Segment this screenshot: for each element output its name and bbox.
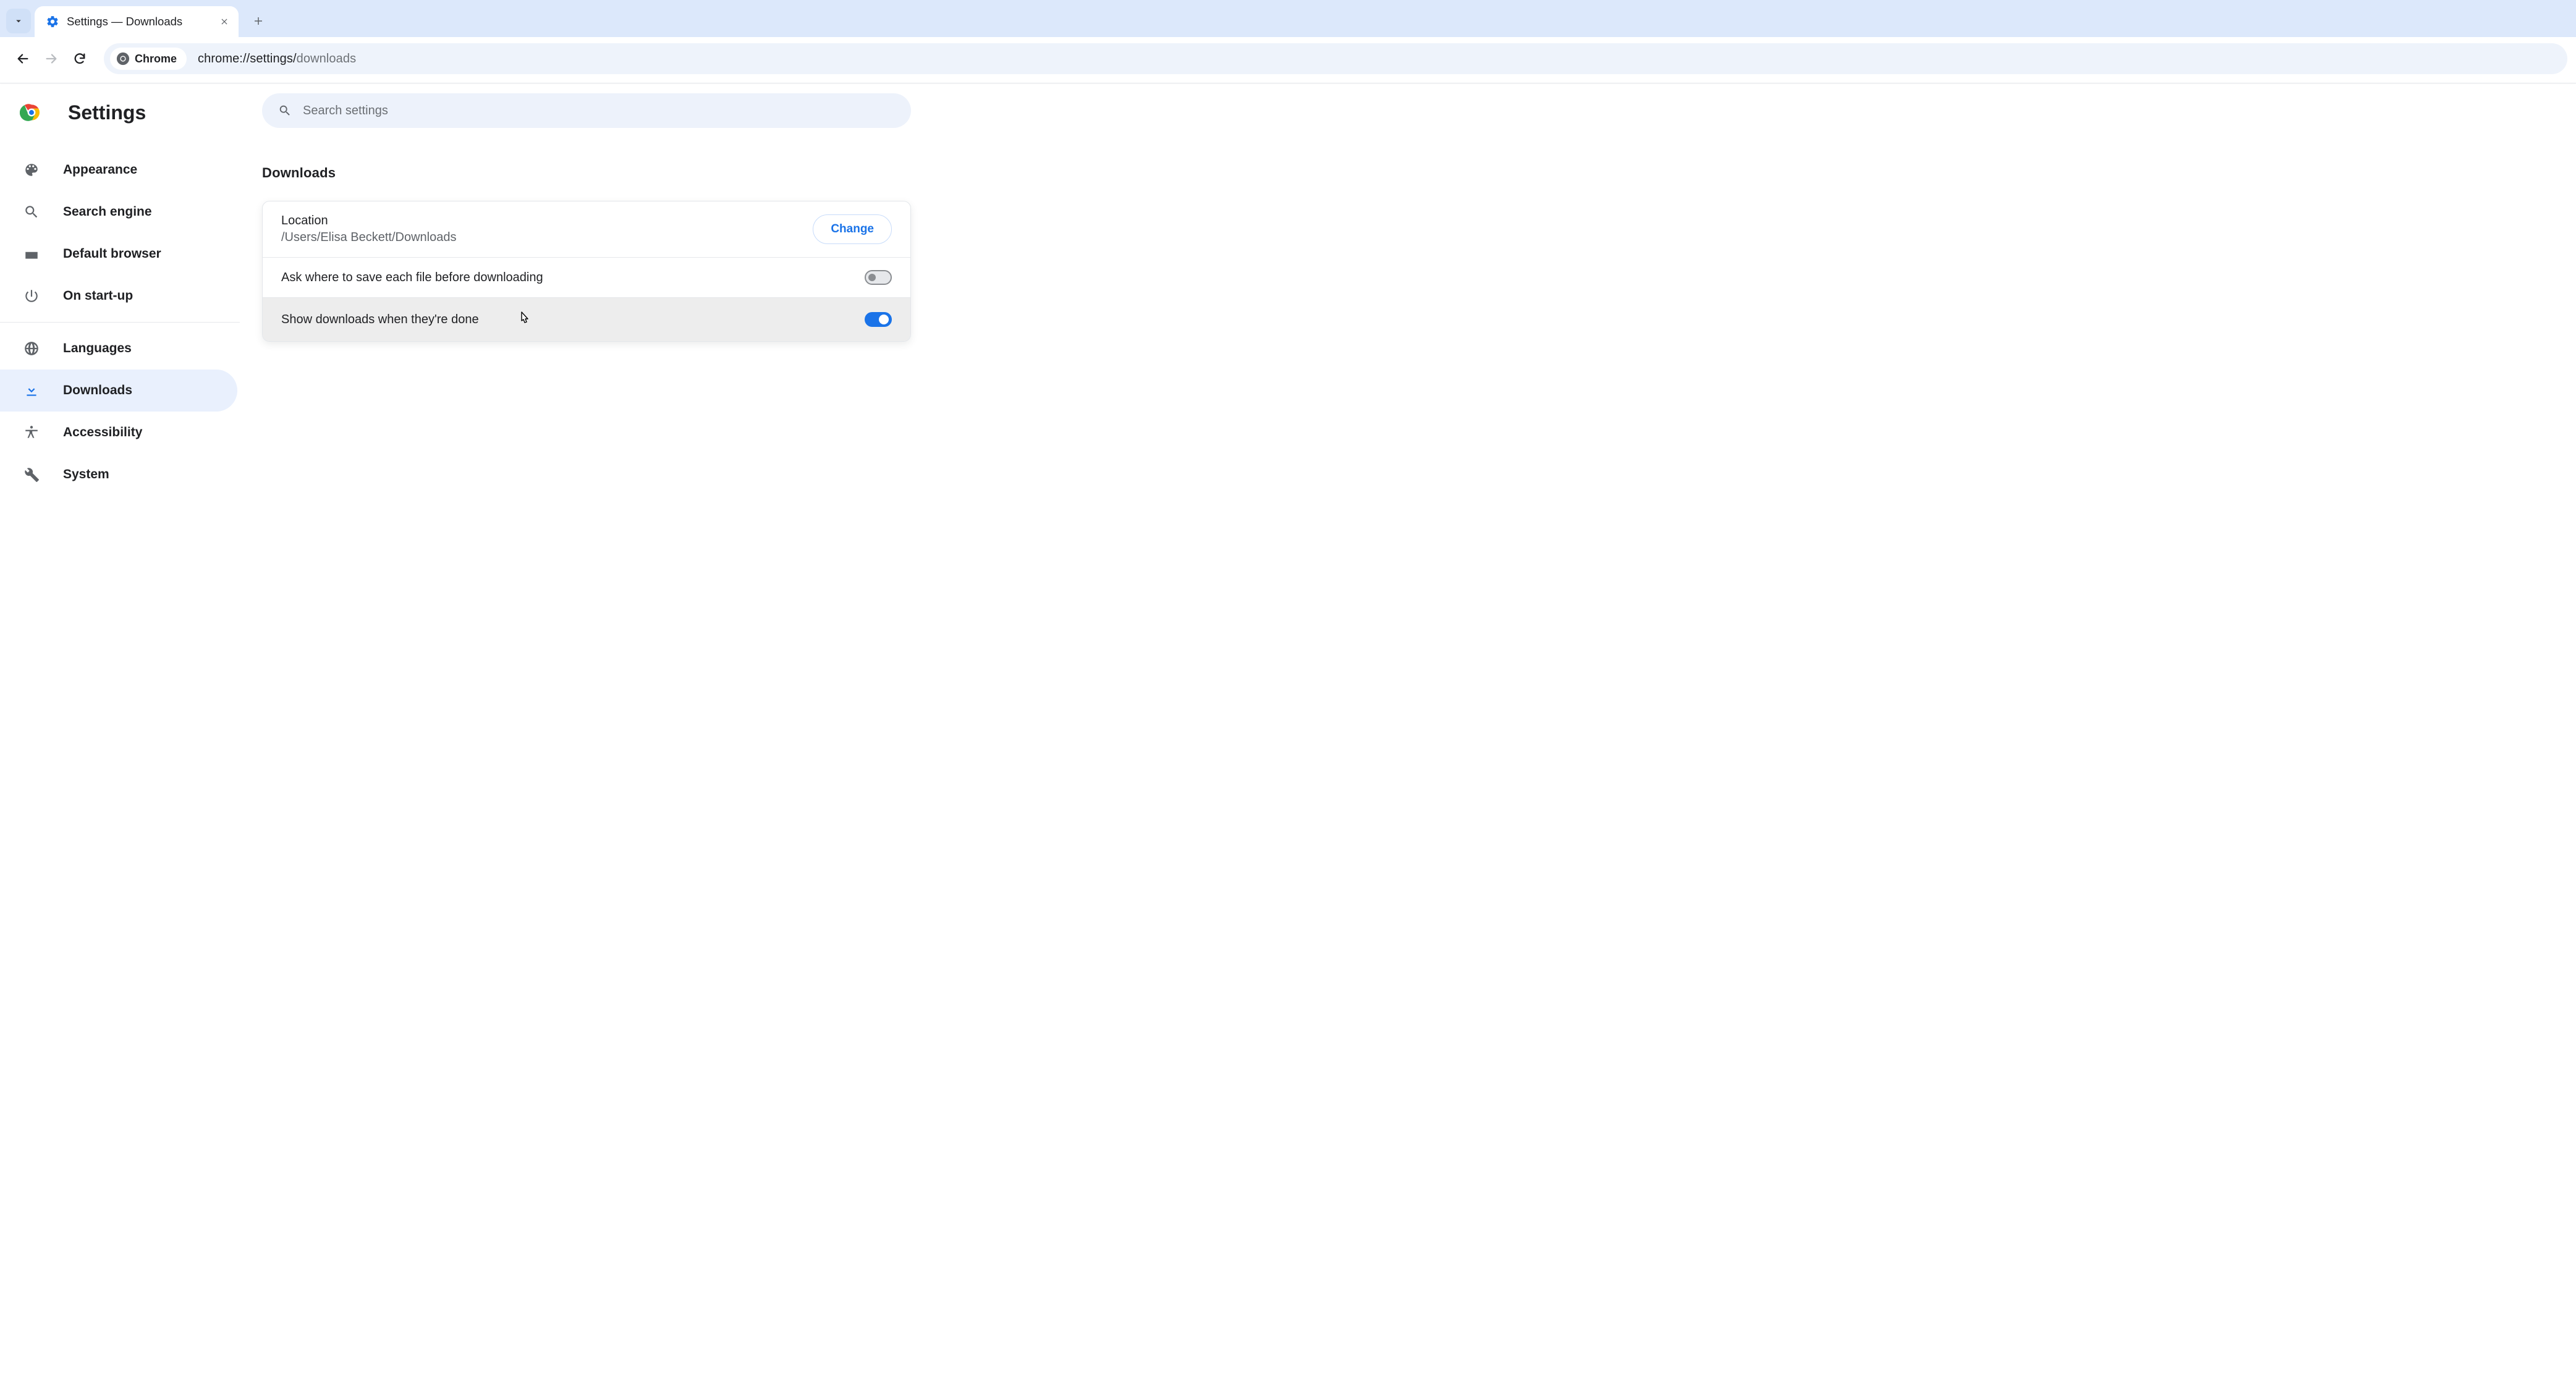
sidebar-item-label: Appearance xyxy=(63,163,137,177)
sidebar-nav: Appearance Search engine Default browser… xyxy=(0,149,240,496)
sidebar-item-accessibility[interactable]: Accessibility xyxy=(0,412,237,454)
settings-page: Settings Appearance Search engine Defaul… xyxy=(0,83,2576,496)
wrench-icon xyxy=(22,465,41,484)
change-button[interactable]: Change xyxy=(813,214,892,244)
section-title: Downloads xyxy=(262,165,2561,181)
sidebar-item-label: Search engine xyxy=(63,205,152,219)
sidebar-item-label: Languages xyxy=(63,341,132,356)
sidebar-item-label: Default browser xyxy=(63,247,161,261)
row-ask-where[interactable]: Ask where to save each file before downl… xyxy=(263,258,910,298)
browser-toolbar: Chrome chrome://settings/downloads xyxy=(0,37,2576,83)
back-button[interactable] xyxy=(9,44,37,73)
accessibility-icon xyxy=(22,423,41,442)
sidebar-item-default-browser[interactable]: Default browser xyxy=(0,233,237,275)
sidebar-item-downloads[interactable]: Downloads xyxy=(0,370,237,412)
toggle-ask-where[interactable] xyxy=(865,270,892,285)
address-bar[interactable]: Chrome chrome://settings/downloads xyxy=(104,43,2567,74)
location-path: /Users/Elisa Beckett/Downloads xyxy=(281,230,813,245)
tab-strip: Settings — Downloads xyxy=(0,0,2576,37)
downloads-card: Location /Users/Elisa Beckett/Downloads … xyxy=(262,201,911,342)
settings-brand: Settings xyxy=(0,91,240,130)
search-settings-input[interactable] xyxy=(303,104,895,118)
cursor-pointer-icon xyxy=(516,310,531,329)
search-icon xyxy=(22,203,41,221)
sidebar-item-label: Downloads xyxy=(63,383,132,398)
row-location: Location /Users/Elisa Beckett/Downloads … xyxy=(263,201,910,258)
search-settings-box[interactable] xyxy=(262,93,911,128)
url-text: chrome://settings/downloads xyxy=(198,52,356,66)
arrow-right-icon xyxy=(44,52,58,66)
site-info-chip[interactable]: Chrome xyxy=(110,48,187,70)
plus-icon xyxy=(253,15,264,27)
sidebar: Settings Appearance Search engine Defaul… xyxy=(0,90,240,496)
arrow-left-icon xyxy=(16,52,30,66)
browser-tab-active[interactable]: Settings — Downloads xyxy=(35,6,239,37)
chip-label: Chrome xyxy=(135,53,177,66)
sidebar-item-search-engine[interactable]: Search engine xyxy=(0,191,237,233)
close-icon[interactable] xyxy=(208,17,229,26)
sidebar-item-label: Accessibility xyxy=(63,425,142,440)
chevron-down-icon xyxy=(13,15,24,27)
chrome-logo-icon xyxy=(20,101,43,124)
show-done-label: Show downloads when they're done xyxy=(281,313,479,327)
sidebar-item-appearance[interactable]: Appearance xyxy=(0,149,237,191)
gear-icon xyxy=(46,15,59,28)
location-label: Location xyxy=(281,214,813,228)
settings-title: Settings xyxy=(68,101,146,124)
new-tab-button[interactable] xyxy=(246,9,271,33)
search-icon xyxy=(278,104,292,117)
sidebar-item-system[interactable]: System xyxy=(0,454,237,496)
reload-button[interactable] xyxy=(66,44,94,73)
reload-icon xyxy=(73,52,87,66)
browser-icon xyxy=(22,245,41,263)
forward-button[interactable] xyxy=(37,44,66,73)
row-show-done[interactable]: Show downloads when they're done xyxy=(263,298,910,341)
ask-where-label: Ask where to save each file before downl… xyxy=(281,271,865,285)
toggle-show-done[interactable] xyxy=(865,312,892,327)
palette-icon xyxy=(22,161,41,179)
tab-title: Settings — Downloads xyxy=(67,15,182,28)
sidebar-item-on-startup[interactable]: On start-up xyxy=(0,275,237,317)
settings-main: Downloads Location /Users/Elisa Beckett/… xyxy=(240,90,2576,496)
tabs-dropdown-button[interactable] xyxy=(6,9,31,33)
sidebar-item-languages[interactable]: Languages xyxy=(0,328,237,370)
sidebar-divider xyxy=(0,322,240,323)
globe-icon xyxy=(22,339,41,358)
download-icon xyxy=(22,381,41,400)
sidebar-item-label: System xyxy=(63,467,109,482)
chrome-icon xyxy=(116,52,130,66)
sidebar-item-label: On start-up xyxy=(63,289,133,303)
power-icon xyxy=(22,287,41,305)
